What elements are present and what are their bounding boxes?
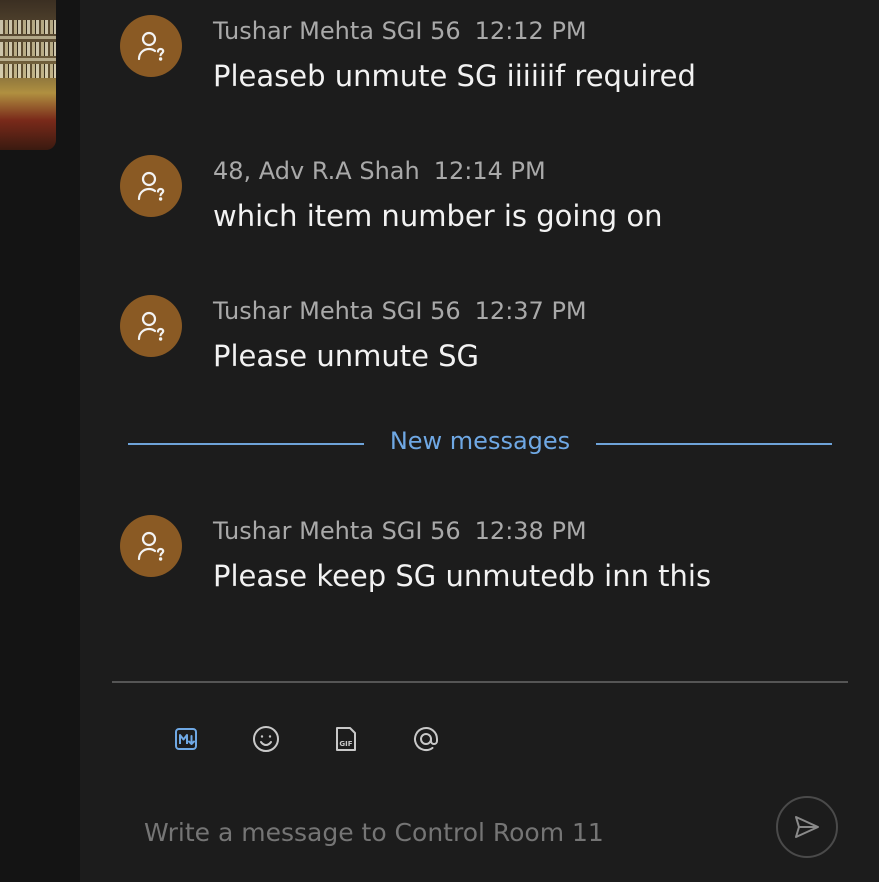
emoji-icon [253,726,279,752]
message-item: Tushar Mehta SGI 56 12:37 PM Please unmut… [120,295,840,385]
message-text: Please keep SG unmutedb inn this [213,559,712,593]
gif-button[interactable]: GIF [330,723,362,755]
gif-icon: GIF [336,727,356,751]
user-unknown-icon [137,311,165,341]
gif-icon-label: GIF [339,740,352,748]
message-meta: 48, Adv R.A Shah 12:14 PM [213,157,546,185]
message-author[interactable]: 48, Adv R.A Shah [213,157,420,185]
message-item: 48, Adv R.A Shah 12:14 PM which item numb… [120,155,840,245]
composer-divider [112,681,848,683]
message-author[interactable]: Tushar Mehta SGI 56 [213,517,461,545]
message-author[interactable]: Tushar Mehta SGI 56 [213,297,461,325]
left-gutter [0,0,80,882]
message-text: which item number is going on [213,199,663,233]
divider-line-right [596,443,832,445]
message-item: Tushar Mehta SGI 56 12:12 PM Pleaseb unmu… [120,15,840,105]
new-messages-label: New messages [389,427,571,455]
message-meta: Tushar Mehta SGI 56 12:37 PM [213,297,587,325]
mention-icon [414,727,438,751]
message-time: 12:14 PM [433,157,546,185]
message-input[interactable] [144,812,744,852]
mention-button[interactable] [410,723,442,755]
avatar[interactable] [120,155,182,217]
message-time: 12:37 PM [474,297,587,325]
message-meta: Tushar Mehta SGI 56 12:38 PM [213,517,587,545]
chat-window: Tushar Mehta SGI 56 12:12 PM Pleaseb unmu… [0,0,879,882]
video-thumbnail[interactable] [0,0,56,150]
new-messages-divider: New messages [128,427,832,461]
message-time: 12:38 PM [474,517,587,545]
user-unknown-icon [137,31,165,61]
message-text: Please unmute SG [213,339,480,373]
emoji-button[interactable] [250,723,282,755]
message-text: Pleaseb unmute SG iiiiiif required [213,59,696,93]
send-button[interactable] [776,796,838,858]
avatar[interactable] [120,15,182,77]
send-icon [795,816,819,838]
message-author[interactable]: Tushar Mehta SGI 56 [213,17,461,45]
user-unknown-icon [137,171,165,201]
avatar[interactable] [120,515,182,577]
message-meta: Tushar Mehta SGI 56 12:12 PM [213,17,587,45]
markdown-icon [175,728,197,750]
markdown-toggle-button[interactable] [170,723,202,755]
user-unknown-icon [137,531,165,561]
message-item: Tushar Mehta SGI 56 12:38 PM Please keep … [120,515,840,605]
avatar[interactable] [120,295,182,357]
message-time: 12:12 PM [474,17,587,45]
